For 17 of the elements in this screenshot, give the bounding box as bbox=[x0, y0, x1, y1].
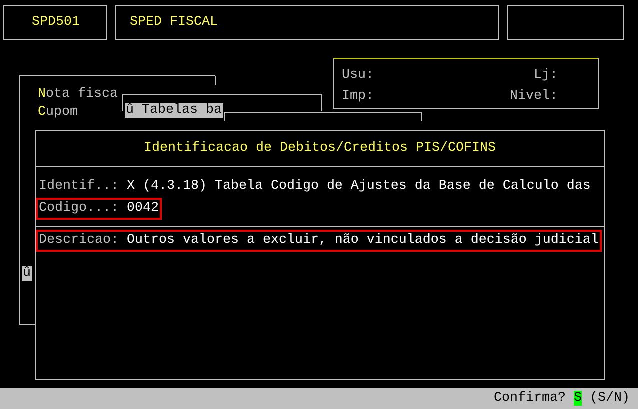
field-row: Descricao: Outros valores a excluir, não vinculados a decisão judicial bbox=[36, 230, 602, 252]
field-row-text: Identif..: X (4.3.18) Tabela Codigo de Ajustes da Base de Calculo das bbox=[38, 178, 592, 196]
side-marker: û bbox=[22, 266, 32, 281]
menu-item[interactable]: Cupom bbox=[38, 104, 78, 122]
answer-field[interactable]: S bbox=[574, 391, 582, 406]
program-title: SPED FISCAL bbox=[115, 5, 499, 40]
program-code: SPD501 bbox=[3, 5, 107, 40]
info-label: Lj: bbox=[533, 67, 558, 85]
dialog-title: Identificacao de Debitos/Creditos PIS/COFINS bbox=[36, 131, 604, 167]
confirm-prompt: Confirma? bbox=[494, 391, 566, 406]
field-row: Codigo...: 0042 bbox=[36, 198, 162, 220]
info-label: Usu: bbox=[342, 67, 375, 85]
answer-options: (S/N) bbox=[590, 391, 630, 406]
menu-item[interactable]: Nota fisca bbox=[38, 86, 118, 104]
info-label: Imp: bbox=[342, 88, 375, 106]
submenu-item[interactable]: û Tabelas ba bbox=[125, 103, 223, 118]
info-label: Nivel: bbox=[510, 88, 558, 106]
